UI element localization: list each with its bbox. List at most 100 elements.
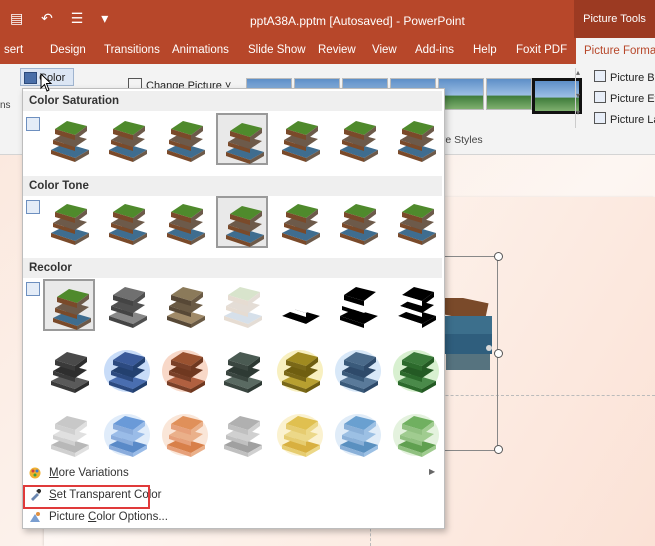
tab-sert[interactable]: sert bbox=[4, 44, 23, 56]
color-variant-swatch-light-green[interactable] bbox=[390, 408, 442, 460]
picture-effects-button[interactable]: Picture Effe bbox=[594, 91, 655, 105]
scroll-down-icon[interactable]: ▾ bbox=[576, 91, 586, 100]
color-variant-swatch-natural[interactable] bbox=[159, 113, 211, 165]
customize-qat-icon[interactable]: ▾ bbox=[101, 10, 108, 26]
effects-icon bbox=[594, 91, 606, 103]
color-variant-swatch-natural[interactable] bbox=[101, 196, 153, 248]
books-thumbnail bbox=[226, 123, 264, 164]
color-variant-swatch-bw-mid[interactable] bbox=[332, 279, 384, 331]
list-icon[interactable]: ☰ bbox=[71, 10, 84, 26]
books-thumbnail bbox=[51, 204, 89, 245]
color-variant-swatch-natural[interactable] bbox=[274, 196, 326, 248]
color-variant-swatch-natural[interactable] bbox=[390, 113, 442, 165]
gallery-scroll[interactable]: ▴ ▾ ▾ bbox=[575, 68, 586, 128]
color-variant-swatch-dark-green[interactable] bbox=[390, 344, 442, 396]
undo-icon[interactable]: ↶ bbox=[41, 10, 53, 26]
books-thumbnail bbox=[224, 287, 262, 328]
resize-handle[interactable] bbox=[494, 349, 503, 358]
books-thumbnail bbox=[167, 121, 205, 162]
color-variant-swatch-natural[interactable] bbox=[332, 196, 384, 248]
picture-tools-context-label: Picture Tools bbox=[574, 0, 655, 38]
label-pre: Picture bbox=[49, 511, 88, 523]
section-header-color-saturation: Color Saturation bbox=[23, 91, 442, 111]
books-thumbnail bbox=[224, 352, 262, 393]
books-thumbnail bbox=[393, 414, 439, 457]
color-variant-swatch-light-blue[interactable] bbox=[101, 408, 153, 460]
color-variant-swatch-light-gray2[interactable] bbox=[216, 408, 268, 460]
color-variant-swatch-light-orange[interactable] bbox=[159, 408, 211, 460]
more-variations-item[interactable]: More Variations bbox=[27, 463, 129, 483]
color-variant-swatch-bw-dark[interactable] bbox=[390, 279, 442, 331]
color-variant-swatch-washout[interactable] bbox=[216, 279, 268, 331]
picture-border-button[interactable]: Picture Bor bbox=[594, 70, 655, 84]
books-thumbnail bbox=[104, 414, 150, 457]
color-variant-swatch-bw-light[interactable] bbox=[274, 279, 326, 331]
books-thumbnail bbox=[340, 204, 378, 245]
books-thumbnail bbox=[282, 204, 320, 245]
tab-help[interactable]: Help bbox=[473, 44, 497, 56]
color-variant-swatch-gray[interactable] bbox=[101, 279, 153, 331]
color-variant-swatch-natural[interactable] bbox=[216, 196, 268, 248]
recolor-icon bbox=[26, 282, 40, 296]
color-variant-swatch-dark-orange[interactable] bbox=[159, 344, 211, 396]
books-thumbnail bbox=[162, 350, 208, 393]
tone-icon bbox=[26, 200, 40, 214]
color-icon bbox=[24, 72, 37, 84]
color-variant-swatch-natural[interactable] bbox=[101, 113, 153, 165]
color-variant-swatch-light-steel[interactable] bbox=[332, 408, 384, 460]
books-thumbnail bbox=[398, 121, 436, 162]
ribbon-left-stub: ns bbox=[0, 100, 11, 111]
tab-foxit-pdf[interactable]: Foxit PDF bbox=[516, 44, 567, 56]
tab-review[interactable]: Review bbox=[318, 44, 356, 56]
resize-handle[interactable] bbox=[494, 252, 503, 261]
color-variant-swatch-natural[interactable] bbox=[332, 113, 384, 165]
books-thumbnail bbox=[109, 287, 147, 328]
color-variant-swatch-natural[interactable] bbox=[216, 113, 268, 165]
tab-picture-format[interactable]: Picture Format bbox=[576, 38, 655, 64]
color-variant-swatch-natural[interactable] bbox=[43, 279, 95, 331]
window-title: pptA38A.pptm [Autosaved] - PowerPoint bbox=[250, 14, 465, 28]
resize-handle[interactable] bbox=[494, 445, 503, 454]
color-variant-swatch-light-gray[interactable] bbox=[43, 408, 95, 460]
tab-transitions[interactable]: Transitions bbox=[104, 44, 160, 56]
color-variant-swatch-natural[interactable] bbox=[43, 113, 95, 165]
palette-icon bbox=[29, 467, 41, 479]
tab-animations[interactable]: Animations bbox=[172, 44, 229, 56]
color-variant-swatch-natural[interactable] bbox=[43, 196, 95, 248]
tab-view[interactable]: View bbox=[372, 44, 397, 56]
color-variant-swatch-dark-blue[interactable] bbox=[101, 344, 153, 396]
tab-slide-show[interactable]: Slide Show bbox=[248, 44, 306, 56]
picture-color-options-item[interactable]: Picture Color Options... bbox=[27, 507, 168, 527]
color-variant-swatch-light-gold[interactable] bbox=[274, 408, 326, 460]
picture-selection-box[interactable] bbox=[440, 256, 498, 451]
color-variant-swatch-dark-green-gray[interactable] bbox=[216, 344, 268, 396]
save-icon[interactable]: ▤ bbox=[10, 10, 23, 26]
picture-layout-button[interactable]: Picture Lay bbox=[594, 112, 655, 126]
tab-design[interactable]: Design bbox=[50, 44, 86, 56]
color-variant-swatch-dark-steel[interactable] bbox=[332, 344, 384, 396]
color-variant-swatch-dark-gray[interactable] bbox=[43, 344, 95, 396]
quick-access-toolbar: ▤ ↶ ☰ ▾ bbox=[10, 10, 122, 27]
layout-icon bbox=[594, 112, 606, 124]
books-thumbnail bbox=[226, 206, 264, 247]
books-thumbnail bbox=[335, 414, 381, 457]
tab-add-ins[interactable]: Add-ins bbox=[415, 44, 454, 56]
scroll-up-icon[interactable]: ▴ bbox=[576, 68, 586, 77]
books-thumbnail bbox=[167, 204, 205, 245]
books-thumbnail bbox=[398, 204, 436, 245]
color-variant-swatch-natural[interactable] bbox=[390, 196, 442, 248]
color-variant-swatch-dark-gold[interactable] bbox=[274, 344, 326, 396]
books-thumbnail bbox=[282, 121, 320, 162]
books-thumbnail bbox=[224, 416, 262, 457]
color-variant-swatch-sepia[interactable] bbox=[159, 279, 211, 331]
books-thumbnail bbox=[51, 121, 89, 162]
gallery-more-icon[interactable]: ▾ bbox=[576, 108, 586, 117]
picture-style-thumb[interactable] bbox=[486, 78, 532, 110]
color-variant-swatch-natural[interactable] bbox=[159, 196, 211, 248]
section-header-recolor: Recolor bbox=[23, 258, 442, 278]
section-header-color-tone: Color Tone bbox=[23, 176, 442, 196]
books-thumbnail bbox=[109, 204, 147, 245]
color-variant-swatch-natural[interactable] bbox=[274, 113, 326, 165]
title-bar: ▤ ↶ ☰ ▾ pptA38A.pptm [Autosaved] - Power… bbox=[0, 0, 655, 38]
books-thumbnail bbox=[51, 352, 89, 393]
